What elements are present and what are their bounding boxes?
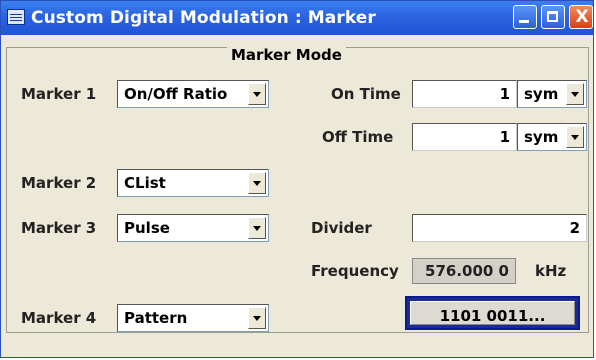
on-time-unit-select[interactable]: sym — [517, 80, 587, 108]
marker1-label: Marker 1 — [21, 85, 97, 103]
marker3-mode-select[interactable]: Pulse — [117, 214, 269, 242]
close-icon[interactable]: X — [569, 5, 593, 29]
title-bar[interactable]: Custom Digital Modulation : Marker X — [1, 1, 593, 35]
window-app-icon — [7, 9, 25, 25]
dialog-body: Marker Mode Marker 1 On/Off Ratio On Tim… — [6, 39, 591, 357]
marker1-mode-select[interactable]: On/Off Ratio — [117, 80, 269, 108]
maximize-icon[interactable] — [541, 5, 565, 29]
chevron-down-icon[interactable] — [248, 83, 266, 105]
marker-window: Custom Digital Modulation : Marker X Mar… — [0, 0, 594, 358]
on-time-label: On Time — [331, 85, 401, 103]
marker4-label: Marker 4 — [21, 309, 97, 327]
chevron-down-icon[interactable] — [566, 126, 584, 148]
frequency-readout: 576.000 0 — [412, 258, 516, 284]
marker-mode-group: Marker Mode Marker 1 On/Off Ratio On Tim… — [6, 47, 589, 333]
frequency-label: Frequency — [311, 262, 399, 280]
off-time-label: Off Time — [322, 128, 394, 146]
chevron-down-icon[interactable] — [248, 217, 266, 239]
divider-label: Divider — [311, 219, 372, 237]
frequency-unit: kHz — [535, 262, 567, 280]
marker4-mode-select[interactable]: Pattern — [117, 304, 269, 332]
group-title: Marker Mode — [227, 47, 346, 63]
marker1-mode-value: On/Off Ratio — [124, 85, 228, 103]
marker2-mode-select[interactable]: CList — [117, 169, 269, 197]
on-time-input[interactable]: 1 — [412, 80, 517, 108]
pattern-value: 1101 0011... — [439, 307, 546, 325]
off-time-unit-select[interactable]: sym — [517, 123, 587, 151]
marker3-label: Marker 3 — [21, 219, 97, 237]
minimize-icon[interactable] — [513, 5, 537, 29]
divider-input[interactable]: 2 — [412, 214, 587, 242]
window-title: Custom Digital Modulation : Marker — [31, 8, 376, 28]
pattern-button[interactable]: 1101 0011... — [405, 296, 580, 330]
chevron-down-icon[interactable] — [566, 83, 584, 105]
marker2-label: Marker 2 — [21, 174, 97, 192]
chevron-down-icon[interactable] — [248, 172, 266, 194]
off-time-input[interactable]: 1 — [412, 123, 517, 151]
chevron-down-icon[interactable] — [248, 307, 266, 329]
